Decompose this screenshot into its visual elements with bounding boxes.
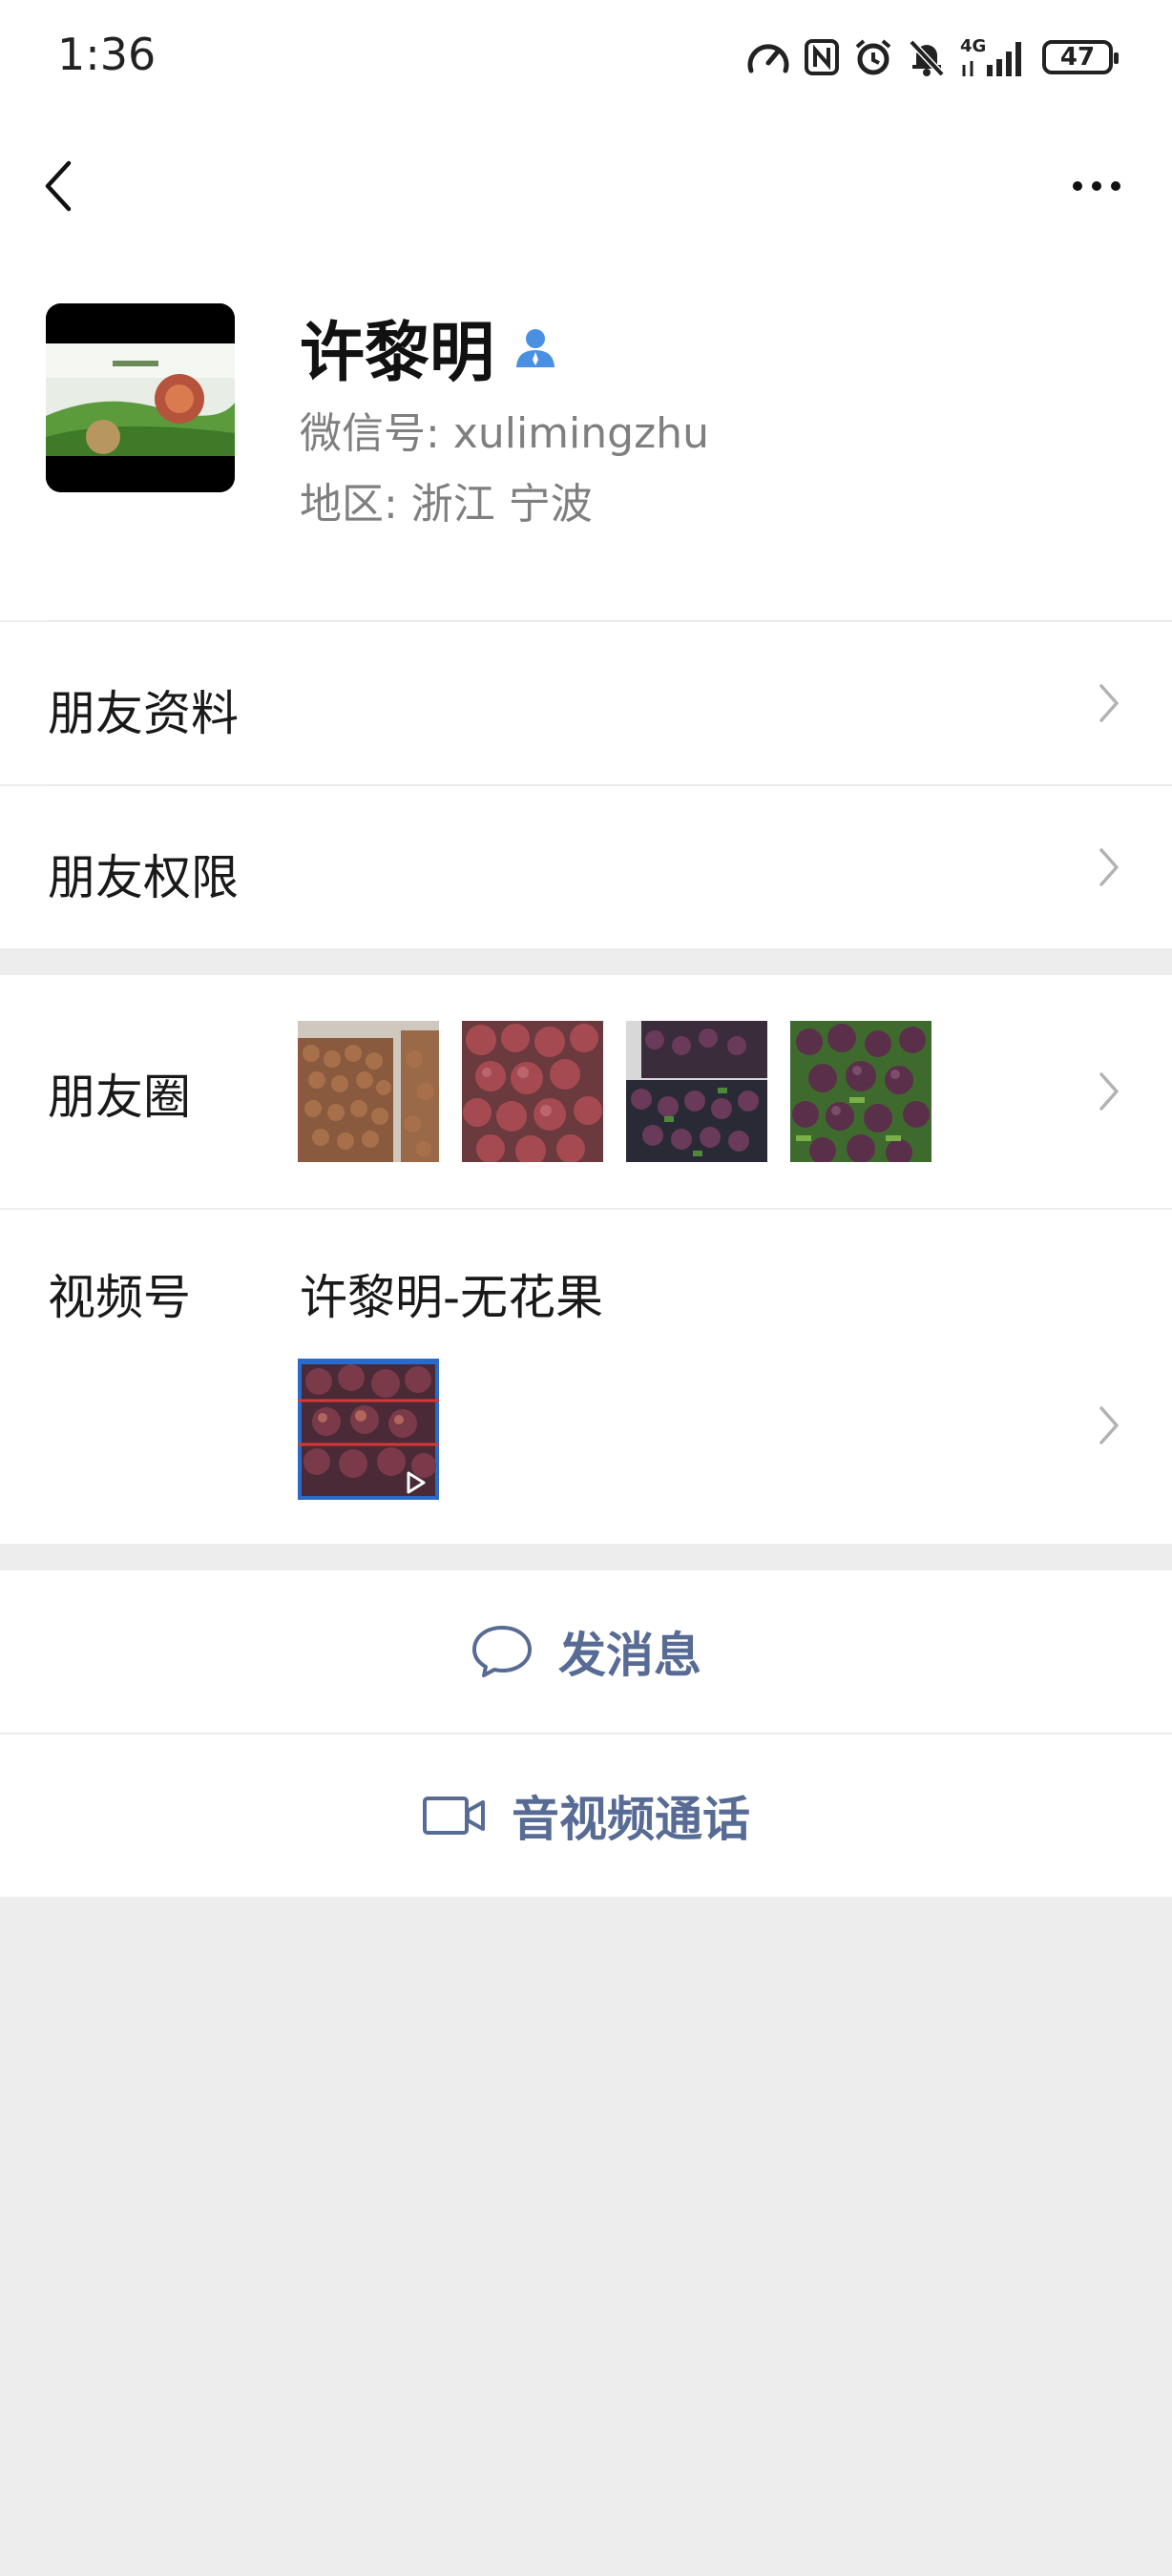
send-message-button[interactable]: 发消息	[0, 1570, 1172, 1733]
back-button[interactable]	[34, 153, 82, 219]
chevron-right-icon	[1099, 1072, 1119, 1111]
status-time: 1:36	[57, 29, 157, 80]
chevron-left-icon	[45, 160, 72, 212]
alarm-icon	[855, 39, 891, 75]
channel-name: 许黎明-无花果	[300, 1270, 604, 1325]
battery-icon: 47	[1042, 40, 1119, 74]
person-icon	[516, 328, 555, 367]
more-dots-icon[interactable]	[1063, 162, 1130, 210]
video-call-button[interactable]: 音视频通话	[0, 1735, 1172, 1897]
channel-video-thumbnail	[298, 1359, 439, 1500]
chevron-right-icon	[1099, 1406, 1119, 1444]
status-icons: 4G 47	[746, 34, 1119, 80]
contact-profile-page: 1:36 4G 47 许黎明 微信号: xulimingzhu 地区: 浙江 宁…	[0, 0, 1172, 2576]
moments-thumbnail	[462, 1021, 603, 1162]
video-camera-icon	[423, 1797, 485, 1835]
region: 地区: 浙江 宁波	[300, 480, 593, 529]
moments-row[interactable]: 朋友圈	[0, 975, 1172, 1208]
moments-thumbnail	[790, 1021, 931, 1162]
contact-name: 许黎明	[300, 316, 495, 391]
send-message-label: 发消息	[558, 1628, 701, 1683]
profile-header: 许黎明 微信号: xulimingzhu 地区: 浙江 宁波	[0, 258, 1172, 620]
signal-icon: 4G	[960, 36, 1029, 78]
nfc-icon	[805, 39, 839, 75]
moments-thumbnail	[626, 1021, 767, 1162]
friend-permissions-row[interactable]: 朋友权限	[0, 786, 1172, 948]
moments-thumbnail	[298, 1021, 439, 1162]
friend-permissions-label: 朋友权限	[48, 850, 239, 905]
battery-level: 47	[1059, 43, 1096, 72]
nav-bar	[0, 114, 1172, 258]
section-gap	[0, 1544, 1172, 1570]
channel-thumbnails	[298, 1359, 439, 1500]
video-call-label: 音视频通话	[512, 1792, 750, 1847]
channels-row[interactable]: 视频号 许黎明-无花果	[0, 1210, 1172, 1544]
chat-bubble-icon	[472, 1626, 532, 1677]
moments-thumbnails	[298, 1021, 931, 1162]
mute-bell-icon	[909, 39, 945, 77]
speedometer-icon	[747, 44, 789, 73]
friend-info-label: 朋友资料	[48, 686, 239, 741]
channels-label: 视频号	[48, 1270, 191, 1325]
moments-label: 朋友圈	[48, 1070, 191, 1125]
avatar[interactable]	[46, 303, 235, 492]
wechat-id: 微信号: xulimingzhu	[300, 409, 709, 458]
chevron-right-icon	[1099, 848, 1119, 886]
section-gap	[0, 948, 1172, 975]
status-bar: 1:36 4G 47	[0, 0, 1172, 114]
name-row: 许黎明	[300, 300, 557, 394]
chevron-right-icon	[1099, 684, 1119, 722]
friend-info-row[interactable]: 朋友资料	[0, 622, 1172, 784]
